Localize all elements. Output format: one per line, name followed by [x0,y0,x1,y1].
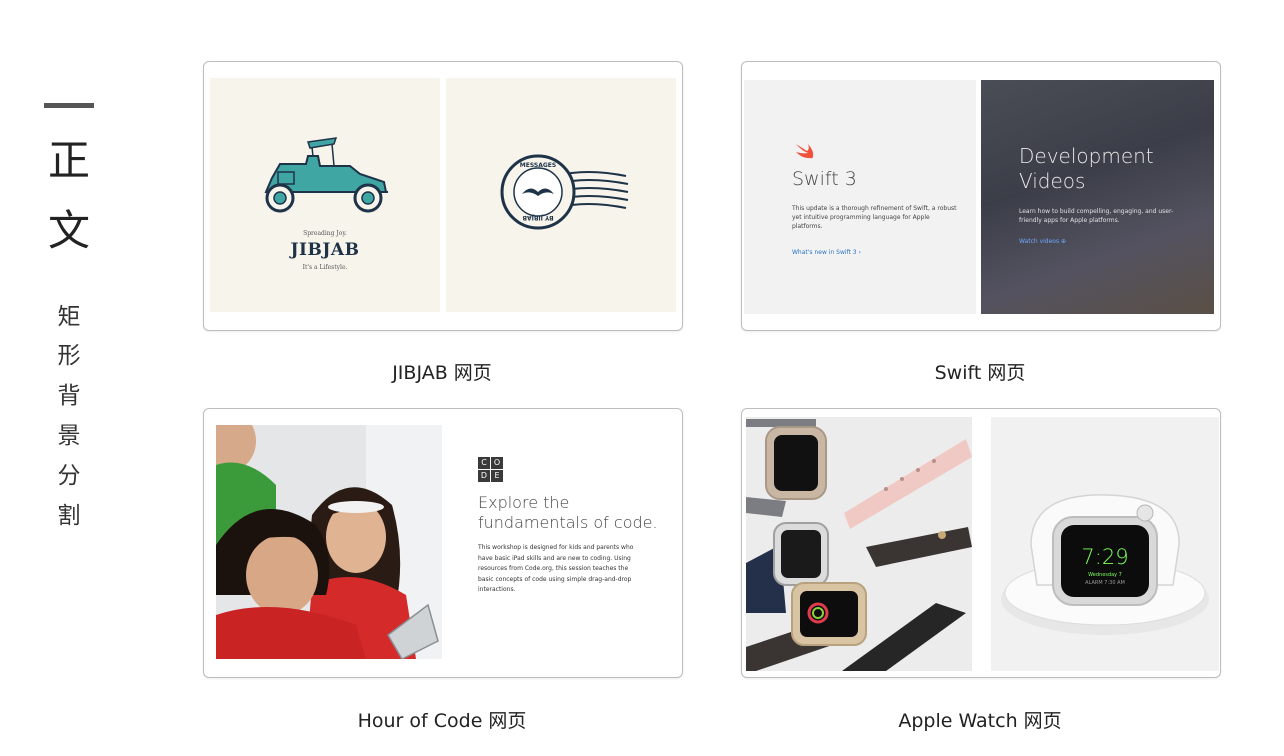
side-title: 正 文 矩 形 背 景 分 割 [0,0,140,756]
subtitle-char: 背 [57,383,81,409]
hour-of-code-title: Explore the fundamentals of code. [478,493,658,532]
swift-logo-icon [796,144,814,159]
videos-title: Development Videos [1019,144,1154,193]
title-char-1: 正 [47,136,90,185]
watch-time: 7:29 [1081,545,1129,569]
jibjab-panel-right: MESSAGES BY JIBJAB [446,78,676,312]
watch-bands-photo [746,417,972,671]
jibjab-card[interactable]: Spreading Joy. JIBJAB It's a Lifestyle. … [203,61,683,331]
swift-card[interactable]: Swift 3 This update is a thorough refine… [741,61,1221,331]
subtitle-char: 割 [57,503,81,529]
mustache-stamp-icon [500,154,629,230]
hour-of-code-screenshot: C O D E Explore the fundamentals of code… [210,425,676,659]
hour-of-code-caption: Hour of Code 网页 [357,710,527,732]
apple-watch-card[interactable]: 7:29 Wednesday 7 ALARM 7:30 AM [741,408,1221,678]
swift-whats-new-link[interactable]: What's new in Swift 3 › [792,249,861,256]
stamp-bottom-text: BY JIBJAB [522,214,554,221]
kids-with-ipad-illustration [216,425,442,659]
jibjab-panel-left: Spreading Joy. JIBJAB It's a Lifestyle. [210,78,440,312]
subtitle-char: 景 [57,423,81,449]
title-bar-decoration [44,103,94,108]
videos-description: Learn how to build compelling, engaging,… [1019,208,1174,224]
swift-title: Swift 3 [792,168,857,190]
kids-photo [216,425,442,659]
code-logo-letter: E [491,470,503,482]
jibjab-logo-text: JIBJAB [290,240,360,260]
subtitle-char: 矩 [57,304,81,330]
swift-panel-left: Swift 3 This update is a thorough refine… [744,80,976,314]
jibjab-screenshot: Spreading Joy. JIBJAB It's a Lifestyle. … [210,78,676,312]
hour-of-code-text-panel: C O D E Explore the fundamentals of code… [442,425,672,659]
apple-watch-caption: Apple Watch 网页 [898,710,1062,732]
code-logo-letter: O [491,457,503,469]
code-logo-letter: C [478,457,490,469]
car-icon [264,137,388,213]
watch-dock-photo: 7:29 Wednesday 7 ALARM 7:30 AM [991,417,1219,671]
code-logo-letter: D [478,470,490,482]
hour-of-code-card[interactable]: C O D E Explore the fundamentals of code… [203,408,683,678]
stamp-top-text: MESSAGES [519,162,557,169]
watch-bands-illustration [746,417,972,671]
swift-caption: Swift 网页 [934,362,1026,384]
subtitle-char: 分 [57,463,81,489]
apple-watch-screenshot: 7:29 Wednesday 7 ALARM 7:30 AM [746,417,1219,671]
hour-of-code-description: This workshop is designed for kids and p… [478,544,634,593]
watch-videos-link[interactable]: Watch videos ⊕ [1019,238,1066,245]
watch-date: Wednesday 7 [1088,572,1122,578]
title-char-2: 文 [47,206,90,255]
code-org-logo-icon: C O D E [478,457,504,483]
swift-videos-panel: Development Videos Learn how to build co… [981,80,1214,314]
jibjab-tagline: Spreading Joy. [303,230,347,237]
watch-alarm: ALARM 7:30 AM [1085,580,1125,586]
watch-charging-dock-illustration [991,417,1219,671]
swift-screenshot: Swift 3 This update is a thorough refine… [744,80,1216,314]
jibjab-subtag: It's a Lifestyle. [302,264,348,271]
jibjab-caption: JIBJAB 网页 [392,362,492,384]
swift-description: This update is a thorough refinement of … [792,205,957,230]
subtitle-char: 形 [57,343,81,369]
